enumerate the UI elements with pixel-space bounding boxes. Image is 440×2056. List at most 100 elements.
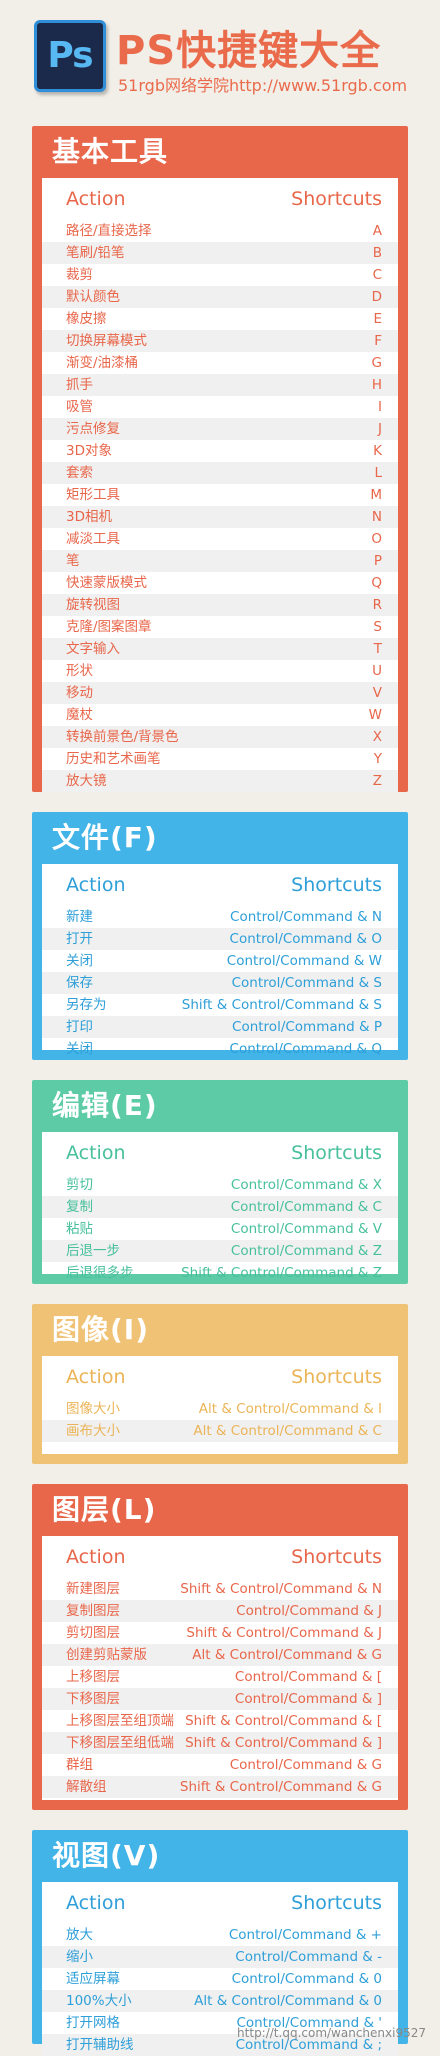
action-label: 污点修复 (66, 421, 120, 437)
table-row: 切换屏幕模式 F (42, 330, 398, 352)
shortcut-keys: Shift & Control/Command & ] (185, 1735, 382, 1751)
action-label: 打印 (66, 1019, 93, 1035)
table-row: 剪切图层 Shift & Control/Command & J (42, 1622, 398, 1644)
table-row: 吸管 I (42, 396, 398, 418)
shortcut-table: Action Shortcuts 剪切 Control/Command & X 复制 Co… (42, 1132, 398, 1281)
table-row: 创建剪贴蒙版 Alt & Control/Command & G (42, 1644, 398, 1666)
action-label: 吸管 (66, 399, 93, 415)
action-label: 关闭 (66, 1041, 93, 1057)
shortcut-keys: Control/Command & O (229, 931, 382, 947)
action-label: 粘贴 (66, 1221, 93, 1237)
shortcut-keys: Shift & Control/Command & J (186, 1625, 382, 1641)
table-row: 画布大小 Alt & Control/Command & C (42, 1420, 398, 1442)
column-header-shortcuts: Shortcuts (291, 1366, 382, 1388)
action-label: 剪切 (66, 1177, 93, 1193)
shortcut-keys: V (372, 685, 382, 701)
shortcut-keys: B (372, 245, 382, 261)
column-header-action: Action (66, 1142, 126, 1164)
column-header-action: Action (66, 1892, 126, 1914)
table-row: 另存为 Shift & Control/Command & S (42, 994, 398, 1016)
shortcut-keys: C (372, 267, 382, 283)
shortcut-keys: Shift & Control/Command & G (179, 1779, 382, 1795)
section-title: 基本工具 (52, 135, 169, 168)
table-row: 3D相机 N (42, 506, 398, 528)
shortcut-table: Action Shortcuts 放大 Control/Command & + 缩小 Co… (42, 1882, 398, 2056)
section-title: 编辑(E) (52, 1089, 158, 1122)
table-row: 旋转视图 R (42, 594, 398, 616)
shortcut-table: Action Shortcuts 新建 Control/Command & N 打开 Co… (42, 864, 398, 1057)
table-row: 复制图层 Control/Command & J (42, 1600, 398, 1622)
table-row: 新建 Control/Command & N (42, 906, 398, 928)
shortcut-keys: Control/Command & G (229, 1757, 382, 1773)
table-body: 图像大小 Alt & Control/Command & I 画布大小 Alt & C… (42, 1398, 398, 1442)
table-row: 减淡工具 O (42, 528, 398, 550)
shortcut-keys: S (373, 619, 382, 635)
action-label: 100%大小 (66, 1993, 132, 2009)
shortcut-keys: A (372, 223, 382, 239)
action-label: 上移图层 (66, 1669, 120, 1685)
table-row: 适应屏幕 Control/Command & 0 (42, 1968, 398, 1990)
column-header-action: Action (66, 1366, 126, 1388)
table-body: 新建图层 Shift & Control/Command & N 复制图层 Contr… (42, 1578, 398, 1798)
table-row: 复制 Control/Command & C (42, 1196, 398, 1218)
table-row: 笔P (42, 550, 398, 572)
table-row: 保存 Control/Command & S (42, 972, 398, 994)
action-label: 橡皮擦 (66, 311, 107, 327)
column-header-shortcuts: Shortcuts (291, 1546, 382, 1568)
table-row: 污点修复 J (42, 418, 398, 440)
action-label: 新建 (66, 909, 93, 925)
column-header-action: Action (66, 1546, 126, 1568)
table-row: 历史和艺术画笔 Y (42, 748, 398, 770)
table-row: 图像大小 Alt & Control/Command & I (42, 1398, 398, 1420)
table-row: 形状 U (42, 660, 398, 682)
action-label: 群组 (66, 1757, 93, 1773)
action-label: 路径/直接选择 (66, 223, 152, 239)
shortcut-keys: P (373, 553, 382, 569)
shortcut-keys: Shift & Control/Command & S (181, 997, 382, 1013)
action-label: 新建图层 (66, 1581, 120, 1597)
section-title: 文件(F) (52, 821, 158, 854)
action-label: 适应屏幕 (66, 1971, 120, 1987)
shortcut-keys: Alt & Control/Command & G (192, 1647, 382, 1663)
action-label: 剪切图层 (66, 1625, 120, 1641)
page-subtitle: 51rgb网络学院http://www.51rgb.com (118, 76, 408, 95)
action-label: 下移图层 (66, 1691, 120, 1707)
table-row: 文字输入 T (42, 638, 398, 660)
shortcut-keys: N (371, 509, 382, 525)
table-row: 默认颜色 D (42, 286, 398, 308)
table-row: 魔杖 W (42, 704, 398, 726)
page-title: PS快捷键大全 (116, 28, 382, 74)
shortcut-keys: Q (371, 575, 382, 591)
watermark: http://t.qq.com/wanchenxi9527 (237, 2026, 426, 2040)
action-label: 打开辅助线 (66, 2037, 134, 2053)
shortcut-keys: Control/Command & [ (234, 1669, 382, 1685)
shortcut-keys: Control/Command & W (226, 953, 382, 969)
photoshop-logo-icon: Ps (34, 20, 106, 92)
action-label: 套索 (66, 465, 93, 481)
shortcut-keys: R (372, 597, 382, 613)
table-row: 矩形工具 M (42, 484, 398, 506)
action-label: 图像大小 (66, 1401, 120, 1417)
shortcut-table: Action Shortcuts 新建图层 Shift & Control/Comma… (42, 1536, 398, 1800)
table-row: 上移图层至组顶端 Shift & Control/Command & [ (42, 1710, 398, 1732)
table-row: 橡皮擦 E (42, 308, 398, 330)
shortcut-keys: Control/Command & Z (230, 1243, 382, 1259)
action-label: 缩小 (66, 1949, 93, 1965)
table-row: 缩小 Control/Command & - (42, 1946, 398, 1968)
action-label: 画布大小 (66, 1423, 120, 1439)
table-row: 打开 Control/Command & O (42, 928, 398, 950)
column-header-shortcuts: Shortcuts (291, 1892, 382, 1914)
action-label: 解散组 (66, 1779, 107, 1795)
table-row: 3D对象 K (42, 440, 398, 462)
shortcut-keys: U (372, 663, 382, 679)
shortcut-keys: J (378, 421, 382, 437)
shortcut-keys: T (373, 641, 382, 657)
section-5: 图层(L) Action Shortcuts 新建图层 Shift & Control/… (32, 1484, 408, 1810)
table-header: Action Shortcuts (42, 864, 398, 906)
shortcut-keys: H (371, 377, 382, 393)
table-row: 下移图层至组低端 Shift & Control/Command & ] (42, 1732, 398, 1754)
section-title: 图像(I) (52, 1313, 150, 1346)
action-label: 后退一步 (66, 1243, 120, 1259)
table-row: 解散组 Shift & Control/Command & G (42, 1776, 398, 1798)
action-label: 裁剪 (66, 267, 93, 283)
